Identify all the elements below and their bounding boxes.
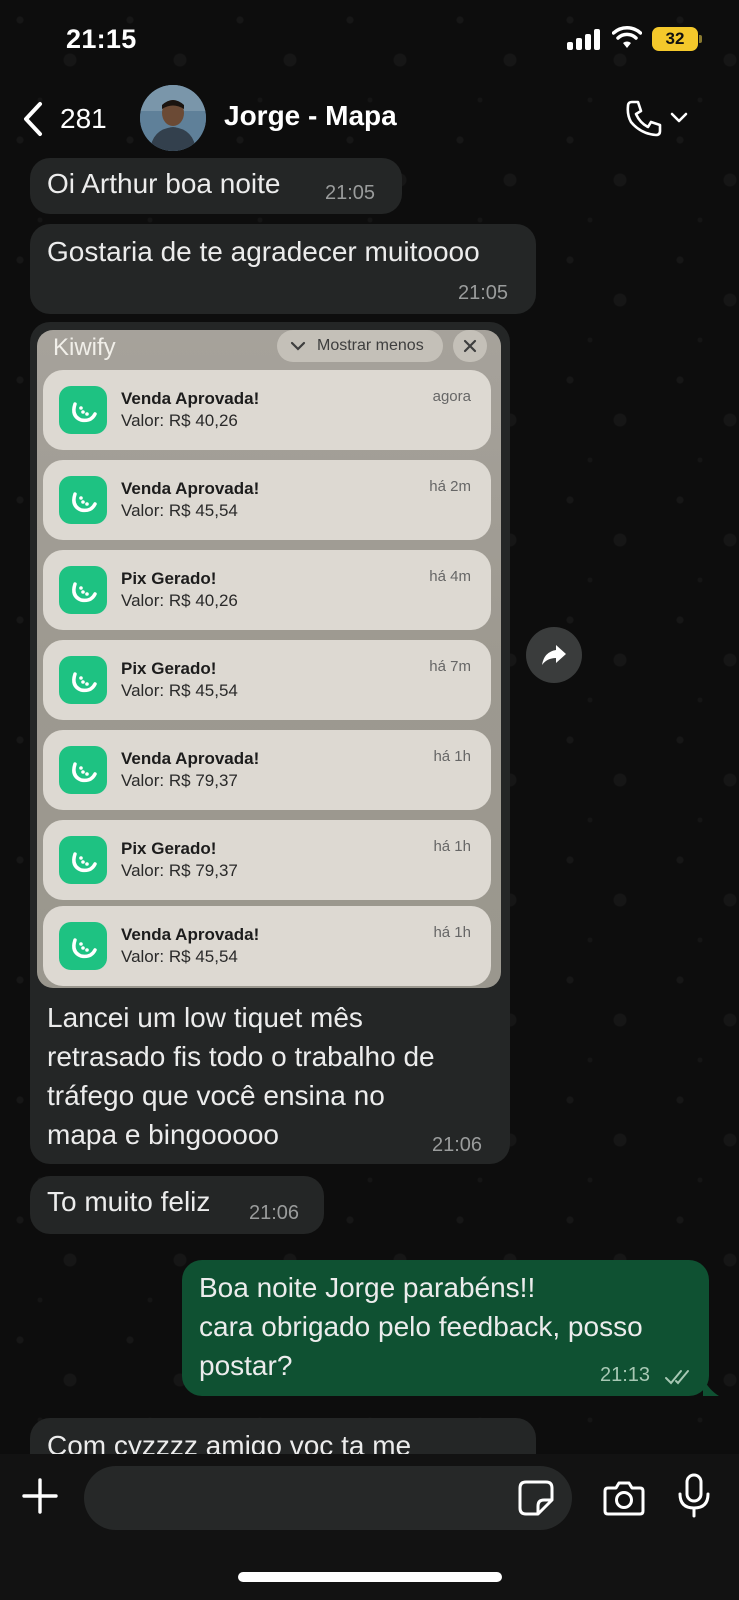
kiwify-app-icon — [59, 476, 107, 524]
message-bubble-incoming[interactable]: Gostaria de te agradecer muitoooo 21:05 — [30, 224, 536, 314]
message-time: 21:13 — [600, 1364, 651, 1386]
notification-value: Valor: R$ 45,54 — [121, 501, 238, 520]
notification-title: Pix Gerado! — [121, 569, 217, 588]
kiwify-app-icon — [59, 836, 107, 884]
notification-time: há 2m — [429, 478, 471, 495]
status-time: 21:15 — [66, 24, 137, 54]
message-text-line: postar? — [199, 1350, 293, 1381]
kiwify-app-icon — [59, 566, 107, 614]
notification-value: Valor: R$ 40,26 — [121, 591, 238, 610]
notification-title: Venda Aprovada! — [121, 925, 260, 944]
message-text: To muito feliz — [47, 1186, 211, 1217]
notification-time: há 1h — [433, 838, 471, 855]
forward-icon — [542, 645, 566, 665]
notification-screenshot[interactable]: Kiwify Mostrar menos Venda Aprovada! Valo… — [37, 330, 501, 988]
battery-level: 32 — [665, 29, 685, 48]
input-bar — [0, 1454, 739, 1600]
chevron-down-icon — [290, 341, 306, 351]
message-bubble-incoming[interactable]: Oi Arthur boa noite 21:05 — [30, 158, 402, 214]
microphone-icon[interactable] — [676, 1472, 712, 1520]
notification-card: Venda Aprovada! Valor: R$ 45,54 há 1h — [43, 906, 491, 986]
message-caption-line: retrasado fis todo o trabalho de — [47, 1041, 435, 1072]
app-name: Kiwify — [53, 334, 116, 361]
message-text-line: cara obrigado pelo feedback, posso — [199, 1311, 643, 1342]
notification-time: há 1h — [433, 748, 471, 765]
close-icon — [453, 330, 487, 362]
notification-card: Venda Aprovada! Valor: R$ 79,37 há 1h — [43, 730, 491, 810]
notification-value: Valor: R$ 79,37 — [121, 861, 238, 880]
message-time: 21:06 — [249, 1202, 300, 1224]
chevron-down-icon — [670, 112, 688, 123]
notification-value: Valor: R$ 79,37 — [121, 771, 238, 790]
sticker-icon[interactable] — [516, 1478, 556, 1518]
phone-icon — [626, 100, 662, 137]
battery-icon: 32 — [652, 27, 702, 51]
message-text-line: Boa noite Jorge parabéns!! — [199, 1272, 536, 1303]
notification-title: Venda Aprovada! — [121, 389, 260, 408]
unread-count: 281 — [60, 103, 107, 134]
kiwify-app-icon — [59, 922, 107, 970]
status-bar: 21:15 32 — [0, 0, 739, 82]
message-time: 21:05 — [325, 182, 376, 204]
wifi-icon — [612, 26, 642, 48]
message-text: Gostaria de te agradecer muitoooo — [47, 236, 480, 267]
read-receipt-icon — [665, 1370, 689, 1385]
message-caption-line: mapa e bingooooo — [47, 1119, 279, 1150]
notification-value: Valor: R$ 45,54 — [121, 681, 238, 700]
contact-name[interactable]: Jorge - Mapa — [224, 100, 397, 132]
chat-header: 281 Jorge - Mapa — [0, 82, 739, 158]
message-input[interactable] — [84, 1466, 572, 1530]
home-indicator — [238, 1572, 502, 1582]
message-bubble-incoming-image[interactable]: Kiwify Mostrar menos Venda Aprovada! Valo… — [30, 322, 510, 1164]
chevron-left-icon — [24, 102, 42, 136]
notification-title: Venda Aprovada! — [121, 749, 260, 768]
forward-button[interactable] — [526, 627, 582, 683]
kiwify-app-icon — [59, 386, 107, 434]
message-time: 21:06 — [432, 1134, 483, 1156]
notification-time: agora — [432, 388, 471, 405]
notification-title: Pix Gerado! — [121, 659, 217, 678]
show-less-pill: Mostrar menos — [277, 330, 443, 362]
plus-icon[interactable] — [20, 1476, 60, 1516]
notification-card: Pix Gerado! Valor: R$ 79,37 há 1h — [43, 820, 491, 900]
notification-card: Pix Gerado! Valor: R$ 40,26 há 4m — [43, 550, 491, 630]
call-button[interactable] — [624, 96, 694, 140]
signal-icon — [567, 28, 603, 50]
notification-value: Valor: R$ 45,54 — [121, 947, 238, 966]
kiwify-app-icon — [59, 746, 107, 794]
show-less-label: Mostrar menos — [317, 337, 424, 354]
notification-title: Venda Aprovada! — [121, 479, 260, 498]
message-caption-line: Lancei um low tiquet mês — [47, 1002, 363, 1033]
back-button[interactable]: 281 — [20, 96, 120, 142]
notification-title: Pix Gerado! — [121, 839, 217, 858]
notification-time: há 1h — [433, 924, 471, 941]
message-caption-line: tráfego que você ensina no — [47, 1080, 385, 1111]
notification-time: há 4m — [429, 568, 471, 585]
camera-icon[interactable] — [602, 1478, 646, 1518]
message-text: Oi Arthur boa noite — [47, 168, 281, 199]
notification-card: Pix Gerado! Valor: R$ 45,54 há 7m — [43, 640, 491, 720]
avatar[interactable] — [140, 85, 206, 151]
kiwify-app-icon — [59, 656, 107, 704]
notification-value: Valor: R$ 40,26 — [121, 411, 238, 430]
message-bubble-outgoing[interactable]: Boa noite Jorge parabéns!! cara obrigado… — [182, 1260, 719, 1396]
bubble-tail — [703, 1378, 719, 1396]
message-time: 21:05 — [458, 282, 509, 304]
message-bubble-incoming[interactable]: To muito feliz 21:06 — [30, 1176, 324, 1234]
notification-card: Venda Aprovada! Valor: R$ 40,26 agora — [43, 370, 491, 450]
notification-card: Venda Aprovada! Valor: R$ 45,54 há 2m — [43, 460, 491, 540]
notification-time: há 7m — [429, 658, 471, 675]
